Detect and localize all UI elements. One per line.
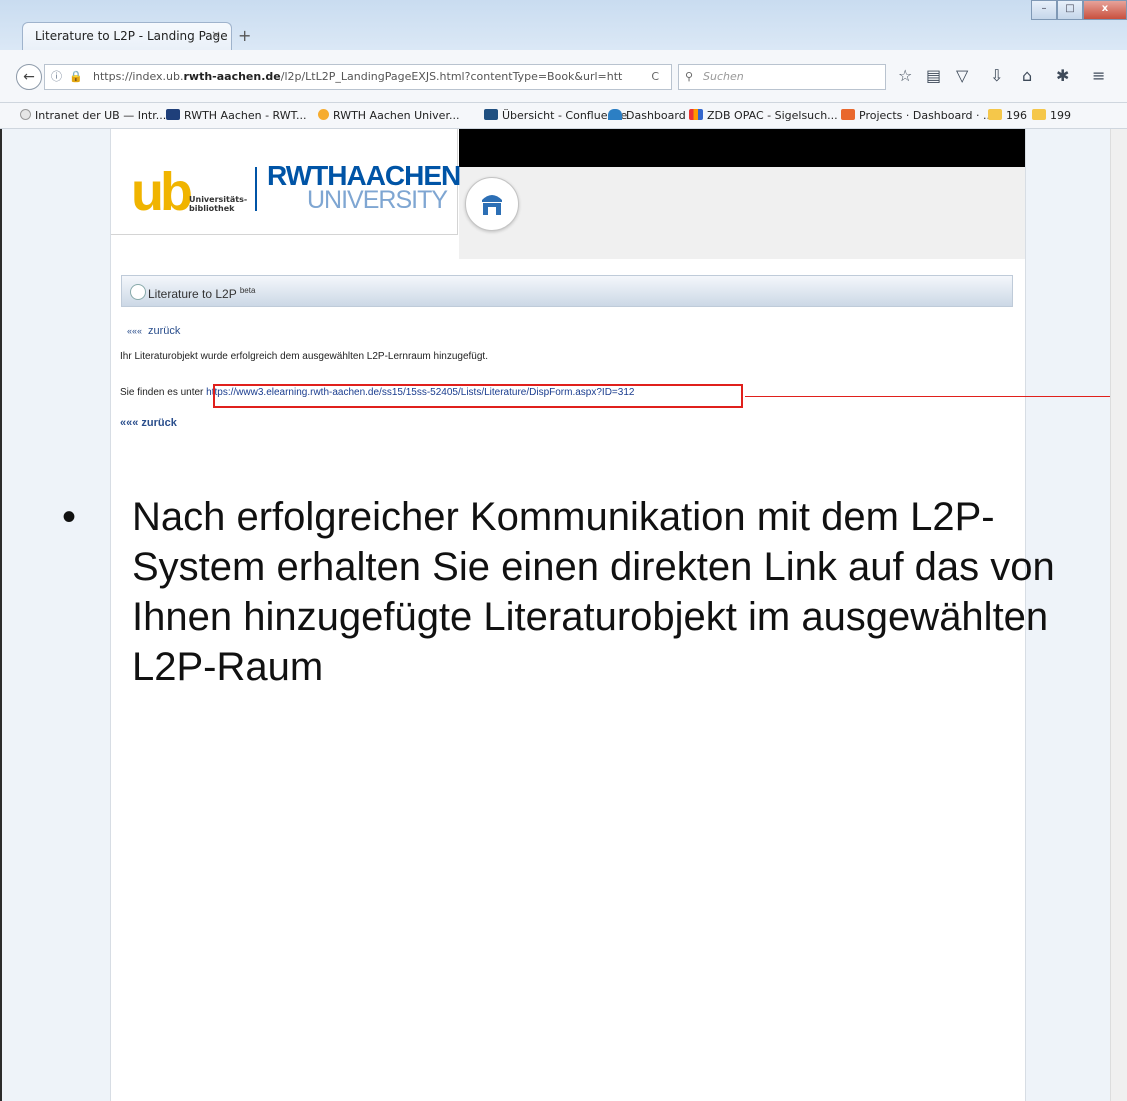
menu-icon[interactable]: ≡ <box>1092 66 1105 85</box>
bookmark-item[interactable]: Dashboard <box>608 109 686 122</box>
info-icon[interactable]: ⓘ <box>51 65 62 89</box>
rwth-icon <box>166 109 180 120</box>
back-arrow-icon: ← <box>23 69 35 85</box>
extension-icon[interactable]: ✱ <box>1056 66 1069 85</box>
bookmark-item[interactable]: 196 <box>988 109 1027 122</box>
bookmark-star-icon[interactable]: ☆ <box>898 66 912 85</box>
callout-line <box>745 396 1127 397</box>
ub-logo: ub <box>131 162 193 222</box>
back-link[interactable]: ««« zurück <box>127 325 180 337</box>
bookmark-item[interactable]: Übersicht - Confluence <box>484 109 627 122</box>
zdb-icon <box>689 109 703 120</box>
slide-edge <box>0 129 2 1101</box>
home-icon[interactable]: ⌂ <box>1022 66 1032 85</box>
gitlab-icon <box>841 109 855 120</box>
bookmarks-toolbar: Intranet der UB — Intr... RWTH Aachen - … <box>0 103 1127 129</box>
pocket-icon[interactable]: ▽ <box>956 66 968 85</box>
l2p-small-icon <box>130 284 146 300</box>
maximize-button[interactable]: □ <box>1057 0 1083 20</box>
tab-close-icon[interactable]: × <box>211 28 221 42</box>
tab-strip: Literature to L2P - Landing Page × + – □… <box>0 0 1127 51</box>
folder-icon <box>988 109 1002 120</box>
l2p-logo-icon <box>465 177 519 231</box>
bullet-dot: • <box>62 495 77 539</box>
download-icon[interactable]: ⇩ <box>990 66 1003 85</box>
bookmark-item[interactable]: RWTH Aachen Univer... <box>318 109 459 122</box>
panel-title: Literature to L2P beta <box>148 286 256 301</box>
window-controls: – □ x <box>1031 0 1127 20</box>
close-window-button[interactable]: x <box>1083 0 1127 20</box>
search-placeholder: Suchen <box>703 70 744 83</box>
bookmark-item[interactable]: Projects · Dashboard · ... <box>841 109 994 122</box>
confluence-icon <box>484 109 498 120</box>
minimize-button[interactable]: – <box>1031 0 1057 20</box>
bookmark-item[interactable]: 199 <box>1032 109 1071 122</box>
bookmark-item[interactable]: Intranet der UB — Intr... <box>20 109 166 122</box>
folder-icon <box>1032 109 1046 120</box>
bookmark-item[interactable]: ZDB OPAC - Sigelsuch... <box>689 109 838 122</box>
url-text: https://index.ub.rwth-aachen.de/l2p/LtL2… <box>93 70 623 83</box>
back-link-bottom[interactable]: ««« zurück <box>120 417 177 429</box>
tab-title: Literature to L2P - Landing Page <box>35 29 228 43</box>
reading-list-icon[interactable]: ▤ <box>926 66 941 85</box>
dashboard-icon <box>608 109 622 120</box>
ub-logo-subtitle: Universitäts-bibliothek <box>189 195 248 213</box>
header-band <box>459 167 1025 259</box>
logo-divider <box>255 167 257 211</box>
tab-landing-page[interactable]: Literature to L2P - Landing Page × <box>22 22 232 51</box>
rwth-ring-icon <box>318 109 329 120</box>
reload-icon[interactable]: C <box>651 65 659 89</box>
rwth-logo-subtitle: UNIVERSITY <box>307 186 448 214</box>
search-icon: ⚲ <box>685 70 694 83</box>
panel-header: Literature to L2P beta <box>121 275 1013 307</box>
globe-icon <box>20 109 31 120</box>
new-tab-button[interactable]: + <box>238 26 251 45</box>
success-message: Ihr Literaturobjekt wurde erfolgreich de… <box>120 351 488 362</box>
header-bar <box>459 129 1025 167</box>
bookmark-item[interactable]: RWTH Aachen - RWT... <box>166 109 307 122</box>
logo-area: ub Universitäts-bibliothek RWTHAACHEN UN… <box>111 129 461 235</box>
address-bar[interactable]: ⓘ 🔒 https://index.ub.rwth-aachen.de/l2p/… <box>44 64 672 90</box>
bullet-text: Nach erfolgreicher Kommunikation mit dem… <box>132 495 1055 689</box>
back-button[interactable]: ← <box>16 64 42 90</box>
lock-icon: 🔒 <box>69 70 83 83</box>
link-highlight-box <box>213 384 743 408</box>
search-input[interactable]: ⚲ Suchen <box>678 64 886 90</box>
